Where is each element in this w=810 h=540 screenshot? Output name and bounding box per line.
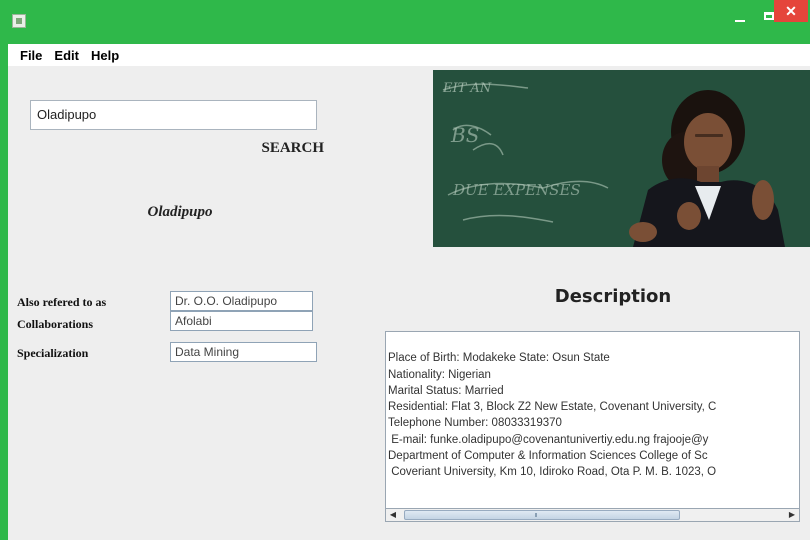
scroll-right-icon[interactable]: ▶ <box>785 509 799 521</box>
description-line: Place of Birth: Modakeke State: Osun Sta… <box>388 352 610 365</box>
description-line: Coveriant University, Km 10, Idiroko Roa… <box>388 466 717 479</box>
description-line: Telephone Number: 08033319370 <box>388 417 562 430</box>
description-text: Place of Birth: Modakeke State: Osun Sta… <box>388 334 716 481</box>
app-window: ✕ File Edit Help Oladipupo SEARCH Oladip… <box>0 0 810 540</box>
app-icon <box>12 14 26 28</box>
close-button[interactable]: ✕ <box>774 0 808 22</box>
close-icon: ✕ <box>785 2 797 19</box>
result-name: Oladipupo <box>147 204 213 220</box>
grip-icon <box>535 513 537 517</box>
specialization-field[interactable]: Data Mining <box>170 342 317 362</box>
chalk-word: EIT AN <box>442 81 492 96</box>
description-line: E-mail: funke.oladipupo@covenantuniverti… <box>388 433 709 446</box>
menu-edit[interactable]: Edit <box>48 48 85 63</box>
also-referred-field[interactable]: Dr. O.O. Oladipupo <box>170 291 313 311</box>
menu-bar: File Edit Help <box>8 44 810 66</box>
minimize-button[interactable] <box>726 0 754 32</box>
title-bar[interactable]: ✕ <box>0 0 810 44</box>
also-referred-label: Also refered to as <box>17 295 107 309</box>
maximize-icon <box>764 12 774 20</box>
description-line: Marital Status: Married <box>388 384 504 397</box>
chalk-word: DUE EXPENSES <box>452 181 581 199</box>
scroll-thumb[interactable] <box>404 510 680 520</box>
description-line: Residential: Flat 3, Block Z2 New Estate… <box>388 401 717 414</box>
portrait-photo-icon: EIT AN BS DUE EXPENSES <box>433 70 810 247</box>
scroll-left-icon[interactable]: ◀ <box>386 509 400 521</box>
collaborations-label: Collaborations <box>17 317 94 331</box>
chalk-word: BS <box>450 123 479 147</box>
description-textarea[interactable]: Place of Birth: Modakeke State: Osun Sta… <box>385 331 800 521</box>
menu-help[interactable]: Help <box>85 48 125 63</box>
lecturer-photo: EIT AN BS DUE EXPENSES <box>433 70 810 247</box>
description-line: Nationality: Nigerian <box>388 368 491 381</box>
horizontal-scrollbar[interactable]: ◀ ▶ <box>385 508 800 522</box>
collaborations-field[interactable]: Afolabi <box>170 311 313 331</box>
search-button[interactable]: SEARCH <box>244 140 324 160</box>
specialization-label: Specialization <box>17 346 89 360</box>
description-line: Department of Computer & Information Sci… <box>388 450 708 463</box>
minimize-icon <box>735 20 745 22</box>
main-panel: File Edit Help Oladipupo SEARCH Oladipup… <box>8 44 810 540</box>
search-input[interactable]: Oladipupo <box>30 100 317 130</box>
menu-file[interactable]: File <box>8 48 48 63</box>
description-title: Description <box>554 286 672 307</box>
